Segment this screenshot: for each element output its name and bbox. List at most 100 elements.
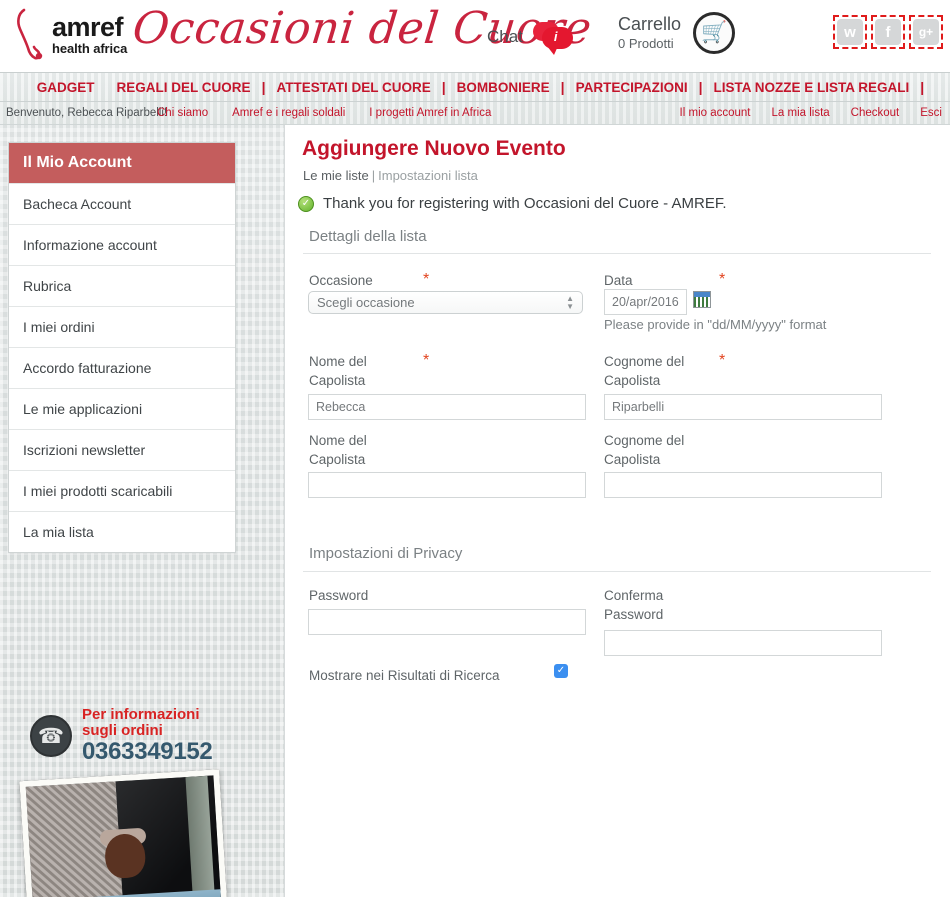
- chat-bubble-icon: i: [532, 22, 575, 55]
- util-link-checkout[interactable]: Checkout: [851, 107, 900, 119]
- section-title-dettagli: Dettagli della lista: [309, 228, 427, 245]
- success-message-row: ✓ Thank you for registering with Occasio…: [298, 195, 727, 212]
- page-root: amref health africa Occasioni del Cuore …: [0, 0, 950, 897]
- sidebar-item-i-miei-ordini[interactable]: I miei ordini: [9, 306, 235, 347]
- twitter-highlight: w: [833, 15, 867, 49]
- order-info-block: ☎ Per informazioni sugli ordini 03633491…: [30, 706, 213, 765]
- input-cognome-capolista-2[interactable]: [604, 472, 882, 498]
- phone-number[interactable]: 0363349152: [82, 739, 213, 765]
- nav-item-lista-nozze[interactable]: LISTA NOZZE E LISTA REGALI: [703, 80, 921, 95]
- input-nome-capolista-2[interactable]: [308, 472, 586, 498]
- success-check-icon: ✓: [298, 195, 314, 212]
- phone-icon: ☎: [30, 715, 72, 758]
- chat-widget[interactable]: Chat i: [487, 22, 575, 55]
- sidebar-heading: Il Mio Account: [9, 143, 235, 183]
- sidebar-item-iscrizioni-newsletter[interactable]: Iscrizioni newsletter: [9, 429, 235, 470]
- nav-item-regali-del-cuore[interactable]: REGALI DEL CUORE: [106, 80, 262, 95]
- util-link-regali-solidali[interactable]: Amref e i regali soldali: [232, 107, 345, 119]
- nav-item-gadget[interactable]: GADGET: [26, 80, 106, 95]
- facebook-icon[interactable]: f: [875, 19, 901, 45]
- sidebar-item-le-mie-applicazioni[interactable]: Le mie applicazioni: [9, 388, 235, 429]
- main-navigation: GADGET REGALI DEL CUORE | ATTESTATI DEL …: [0, 73, 950, 102]
- cart-count: 0 Prodotti: [618, 36, 674, 51]
- nav-item-bomboniere[interactable]: BOMBONIERE: [446, 80, 561, 95]
- chat-info-glyph: i: [553, 29, 558, 44]
- page-title: Aggiungere Nuovo Evento: [302, 137, 566, 160]
- africa-outline-icon: [17, 8, 43, 60]
- label-cognome-capolista-2: Cognome del Capolista: [604, 431, 684, 469]
- required-star-cognome: *: [719, 352, 726, 369]
- label-nome-capolista-2: Nome del Capolista: [309, 431, 367, 469]
- photo-collage: [19, 769, 255, 897]
- nav-separator: |: [920, 79, 925, 95]
- breadcrumb-separator: |: [371, 168, 376, 183]
- cart-widget[interactable]: Carrello 0 Prodotti 🛒: [618, 12, 736, 54]
- label-cognome-line2: Capolista: [604, 373, 661, 389]
- calendar-icon[interactable]: [693, 291, 711, 308]
- section-title-privacy: Impostazioni di Privacy: [309, 545, 463, 562]
- breadcrumb: Le mie liste | Impostazioni lista: [303, 168, 478, 183]
- breadcrumb-current: Impostazioni lista: [378, 168, 478, 183]
- nav-item-attestati-del-cuore[interactable]: ATTESTATI DEL CUORE: [265, 80, 441, 95]
- required-star-data: *: [719, 271, 726, 288]
- section-divider-dettagli: [303, 253, 931, 254]
- utility-bar: Benvenuto, Rebecca Riparbelli! Chi siamo…: [0, 102, 950, 125]
- phone-info-line1: Per informazioni: [82, 706, 200, 723]
- logo-wordmark: amref: [52, 11, 124, 42]
- util-link-la-mia-lista[interactable]: La mia lista: [772, 107, 830, 119]
- label-mostrare-risultati: Mostrare nei Risultati di Ricerca: [309, 668, 500, 683]
- label-nome-line2: Capolista: [309, 373, 366, 389]
- utility-right-links: Il mio account La mia lista Checkout Esc…: [680, 107, 942, 119]
- required-star-nome: *: [423, 352, 430, 369]
- site-header: amref health africa Occasioni del Cuore …: [0, 0, 950, 73]
- shopping-cart-icon[interactable]: 🛒: [693, 12, 736, 54]
- main-panel: Aggiungere Nuovo Evento Le mie liste | Imp…: [284, 125, 950, 897]
- welcome-message: Benvenuto, Rebecca Riparbelli!: [6, 107, 168, 119]
- phone-info-line2: sugli ordini: [82, 722, 163, 740]
- input-data[interactable]: [604, 289, 687, 315]
- hint-data-format: Please provide in "dd/MM/yyyy" format: [604, 317, 827, 332]
- input-cognome-capolista[interactable]: [604, 394, 882, 420]
- sidebar-item-accordo-fatturazione[interactable]: Accordo fatturazione: [9, 347, 235, 388]
- twitter-icon[interactable]: w: [837, 19, 863, 45]
- checkbox-mostrare-risultati[interactable]: ✓: [554, 664, 568, 678]
- label-nome2-line1: Nome del: [309, 433, 367, 448]
- googleplus-highlight: g+: [909, 15, 943, 49]
- logo-tagline: health africa: [52, 40, 128, 56]
- input-nome-capolista[interactable]: [308, 394, 586, 420]
- amref-logo[interactable]: amref health africa: [14, 6, 127, 62]
- util-link-esci[interactable]: Esci: [920, 107, 942, 119]
- util-link-il-mio-account[interactable]: Il mio account: [680, 107, 751, 119]
- social-links: w f g+: [833, 15, 943, 49]
- label-occasione: Occasione: [309, 273, 373, 288]
- sidebar-item-informazione-account[interactable]: Informazione account: [9, 224, 235, 265]
- input-password[interactable]: [308, 609, 586, 635]
- cart-title: Carrello: [618, 14, 682, 35]
- label-cognome-capolista: Cognome del Capolista: [604, 352, 684, 390]
- input-conferma-password[interactable]: [604, 630, 882, 656]
- success-message-text: Thank you for registering with Occasioni…: [323, 195, 727, 212]
- label-data: Data: [604, 273, 633, 288]
- label-conferma-line1: Conferma: [604, 588, 664, 603]
- label-nome-line1: Nome del: [309, 354, 367, 369]
- select-occasione[interactable]: Scegli occasione ▲ ▼: [308, 291, 583, 314]
- util-link-progetti-africa[interactable]: I progetti Amref in Africa: [369, 107, 491, 119]
- label-nome2-line2: Capolista: [309, 452, 366, 468]
- label-nome-capolista: Nome del Capolista: [309, 352, 367, 390]
- googleplus-icon[interactable]: g+: [913, 19, 939, 45]
- facebook-highlight: f: [871, 15, 905, 49]
- label-cognome-line1: Cognome del: [604, 354, 685, 369]
- label-cognome2-line1: Cognome del: [604, 433, 685, 448]
- nav-item-partecipazioni[interactable]: PARTECIPAZIONI: [565, 80, 699, 95]
- sidebar-item-rubrica[interactable]: Rubrica: [9, 265, 235, 306]
- utility-left-links: Chi siamo Amref e i regali soldali I pro…: [157, 107, 491, 119]
- sidebar-item-bacheca-account[interactable]: Bacheca Account: [9, 183, 235, 224]
- label-conferma-line2: Password: [604, 607, 664, 623]
- util-link-chi-siamo[interactable]: Chi siamo: [157, 107, 208, 119]
- label-cognome2-line2: Capolista: [604, 452, 661, 468]
- label-password: Password: [309, 588, 369, 603]
- sidebar-item-la-mia-lista[interactable]: La mia lista: [9, 511, 235, 552]
- breadcrumb-link-le-mie-liste[interactable]: Le mie liste: [303, 168, 369, 183]
- sidebar-item-prodotti-scaricabili[interactable]: I miei prodotti scaricabili: [9, 470, 235, 511]
- chat-label: Chat: [487, 27, 523, 46]
